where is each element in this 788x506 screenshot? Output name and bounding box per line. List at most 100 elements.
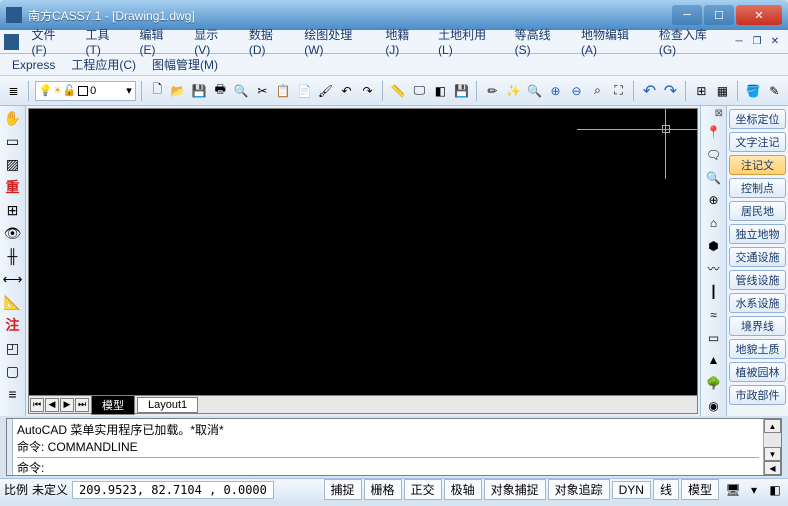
fill-icon[interactable]: 🪣 bbox=[744, 80, 763, 102]
rp-pipeline[interactable]: 管线设施 bbox=[729, 270, 786, 290]
menu-draw[interactable]: 绘图处理(W) bbox=[296, 23, 377, 60]
close-button[interactable]: ✕ bbox=[736, 5, 782, 25]
save-icon[interactable]: 💾 bbox=[190, 80, 209, 102]
new-icon[interactable]: 🗋 bbox=[148, 80, 167, 102]
rp-water[interactable]: 水系设施 bbox=[729, 293, 786, 313]
rp-vegetation[interactable]: 植被园林 bbox=[729, 362, 786, 382]
redo-big-icon[interactable]: ↷ bbox=[661, 80, 680, 102]
table-icon[interactable]: ⊞ bbox=[692, 80, 711, 102]
toggle-ortho[interactable]: 正交 bbox=[404, 479, 442, 500]
erase-icon[interactable]: ✨ bbox=[504, 80, 523, 102]
menu-feature-edit[interactable]: 地物编辑(A) bbox=[573, 23, 651, 60]
redo-icon[interactable]: ↷ bbox=[358, 80, 377, 102]
zoom-out-icon[interactable]: ⊖ bbox=[567, 80, 586, 102]
menu-cadastre[interactable]: 地籍(J) bbox=[377, 23, 430, 60]
rp-municipal[interactable]: 市政部件 bbox=[729, 385, 786, 405]
measure-icon[interactable]: ╫ bbox=[3, 246, 23, 266]
house-icon[interactable]: ⌂ bbox=[703, 213, 725, 233]
toggle-otrack[interactable]: 对象追踪 bbox=[548, 479, 610, 500]
scroll-up-button[interactable]: ▲ bbox=[764, 419, 781, 433]
toggle-osnap[interactable]: 对象捕捉 bbox=[484, 479, 546, 500]
road-icon[interactable]: 〰 bbox=[703, 259, 725, 279]
plant-icon[interactable]: 🌳 bbox=[703, 373, 725, 393]
command-prompt[interactable]: 命令: bbox=[17, 457, 759, 476]
mdi-close-button[interactable]: ✕ bbox=[766, 34, 784, 50]
toggle-model[interactable]: 模型 bbox=[681, 479, 719, 500]
rp-residential[interactable]: 居民地 bbox=[729, 201, 786, 221]
tab-prev-button[interactable]: ◀ bbox=[45, 398, 59, 412]
tab-next-button[interactable]: ▶ bbox=[60, 398, 74, 412]
drawing-canvas[interactable] bbox=[29, 109, 697, 395]
screen-icon[interactable]: 🖵 bbox=[410, 80, 429, 102]
eye-icon[interactable]: 👁 bbox=[3, 223, 23, 243]
disk-icon[interactable]: 💾 bbox=[452, 80, 471, 102]
text-icon[interactable]: 🗨 bbox=[703, 145, 725, 165]
mdi-minimize-button[interactable]: ─ bbox=[730, 34, 748, 50]
undo-big-icon[interactable]: ↶ bbox=[640, 80, 659, 102]
grid2-icon[interactable]: ⊞ bbox=[3, 200, 23, 220]
zoom-in-icon[interactable]: ⊕ bbox=[546, 80, 565, 102]
toggle-polar[interactable]: 极轴 bbox=[444, 479, 482, 500]
layers-icon[interactable]: ≣ bbox=[4, 80, 23, 102]
pencil-icon[interactable]: ✏ bbox=[483, 80, 502, 102]
tab-layout1[interactable]: Layout1 bbox=[137, 397, 198, 413]
open-icon[interactable]: 📂 bbox=[169, 80, 188, 102]
scroll-down-button[interactable]: ▼ bbox=[764, 447, 781, 461]
rp-traffic[interactable]: 交通设施 bbox=[729, 247, 786, 267]
panel-close-icon[interactable]: ⊠ bbox=[715, 108, 723, 119]
status-tool2-icon[interactable]: ▾ bbox=[745, 481, 763, 499]
hatch-icon[interactable]: ▨ bbox=[3, 154, 23, 174]
menu-check[interactable]: 检查入库(G) bbox=[651, 23, 730, 60]
print-icon[interactable]: 🖶 bbox=[211, 80, 230, 102]
toggle-dyn[interactable]: DYN bbox=[612, 481, 651, 499]
rp-independent[interactable]: 独立地物 bbox=[729, 224, 786, 244]
grid-icon[interactable]: ▦ bbox=[713, 80, 732, 102]
rp-boundary[interactable]: 境界线 bbox=[729, 316, 786, 336]
menu-express[interactable]: Express bbox=[4, 56, 63, 74]
pan-icon[interactable]: ✋ bbox=[3, 108, 23, 128]
lines-icon[interactable]: ≡ bbox=[3, 384, 23, 404]
terrain-icon[interactable]: ▲ bbox=[703, 350, 725, 370]
mdi-restore-button[interactable]: ❐ bbox=[748, 34, 766, 50]
ruler2-icon[interactable]: 📐 bbox=[3, 292, 23, 312]
command-text-area[interactable]: AutoCAD 菜单实用程序已加载。*取消* 命令: COMMANDLINE 命… bbox=[13, 419, 763, 475]
cut-icon[interactable]: ✂ bbox=[253, 80, 272, 102]
rp-control[interactable]: 控制点 bbox=[729, 178, 786, 198]
municipal-icon[interactable]: ◉ bbox=[703, 396, 725, 416]
menu-sheet[interactable]: 图幅管理(M) bbox=[144, 54, 226, 75]
minimize-button[interactable]: ─ bbox=[672, 5, 702, 25]
undo-icon[interactable]: ↶ bbox=[337, 80, 356, 102]
paste-icon[interactable]: 📄 bbox=[295, 80, 314, 102]
pin-icon[interactable]: 📍 bbox=[703, 122, 725, 142]
match-icon[interactable]: 🖌 bbox=[316, 80, 335, 102]
rp-coord[interactable]: 坐标定位 bbox=[729, 109, 786, 129]
edit-icon[interactable]: ✎ bbox=[765, 80, 784, 102]
status-tool3-icon[interactable]: ◧ bbox=[766, 481, 784, 499]
status-tool1-icon[interactable]: 🖥 bbox=[724, 481, 742, 499]
rp-terrain[interactable]: 地貌土质 bbox=[729, 339, 786, 359]
scroll-track[interactable] bbox=[764, 433, 781, 447]
command-scrollbar[interactable]: ▲ ▼ ◀ bbox=[763, 419, 781, 475]
menu-data[interactable]: 数据(D) bbox=[241, 23, 296, 60]
dim-icon[interactable]: ⟷ bbox=[3, 269, 23, 289]
rp-annotation[interactable]: 注记文 bbox=[729, 155, 786, 175]
block-icon[interactable]: ◧ bbox=[431, 80, 450, 102]
rect-icon[interactable]: ▢ bbox=[3, 361, 23, 381]
tab-model[interactable]: 模型 bbox=[91, 395, 135, 415]
water-icon[interactable]: ≈ bbox=[703, 305, 725, 325]
rp-text[interactable]: 文字注记 bbox=[729, 132, 786, 152]
menu-landuse[interactable]: 土地利用(L) bbox=[430, 23, 507, 60]
select-icon[interactable]: ▭ bbox=[3, 131, 23, 151]
target-icon[interactable]: ⊕ bbox=[703, 191, 725, 211]
scroll-left-button[interactable]: ◀ bbox=[764, 461, 781, 475]
ruler-icon[interactable]: 📏 bbox=[389, 80, 408, 102]
frame-icon[interactable]: ◰ bbox=[3, 338, 23, 358]
copy-icon[interactable]: 📋 bbox=[274, 80, 293, 102]
zoom-window-icon[interactable]: ⌕ bbox=[588, 80, 607, 102]
pipe-icon[interactable]: ┃ bbox=[703, 282, 725, 302]
toggle-snap[interactable]: 捕捉 bbox=[324, 479, 362, 500]
menu-contour[interactable]: 等高线(S) bbox=[507, 23, 573, 60]
search-icon[interactable]: 🔍 bbox=[703, 168, 725, 188]
tab-first-button[interactable]: ⏮ bbox=[30, 398, 44, 412]
preview-icon[interactable]: 🔍 bbox=[232, 80, 251, 102]
